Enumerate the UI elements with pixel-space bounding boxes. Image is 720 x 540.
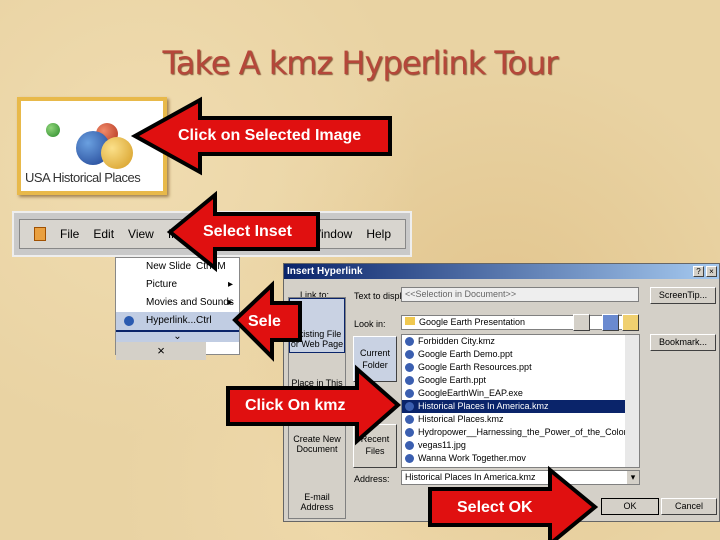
arrow-label: Click On kmz bbox=[245, 397, 346, 414]
arrow-label: Click on Selected Image bbox=[178, 127, 362, 144]
arrow-label: Select Inset bbox=[203, 223, 292, 240]
arrow-label: Select OK bbox=[457, 499, 533, 516]
arrows-layer bbox=[130, 96, 599, 540]
arrow-label: Sele bbox=[248, 313, 281, 330]
